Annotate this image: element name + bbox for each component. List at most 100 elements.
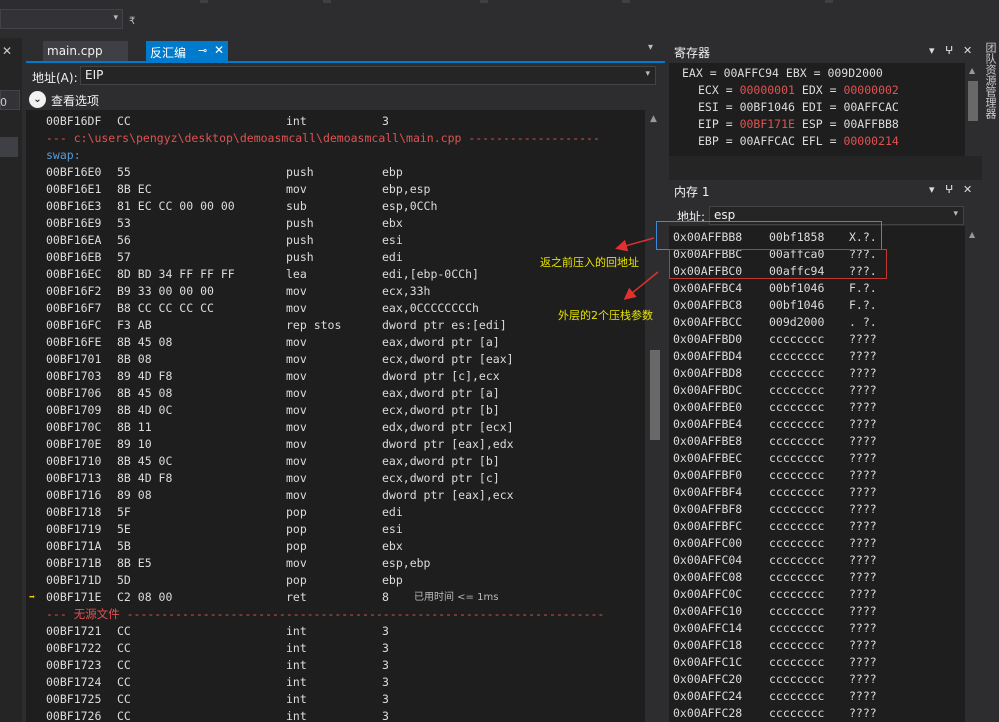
memory-value[interactable]: cccccccc: [769, 518, 824, 535]
left-panel-selected-item[interactable]: [0, 137, 18, 157]
memory-row[interactable]: 0x00AFFBFC cccccccc????: [673, 518, 877, 535]
memory-chars: ????: [849, 638, 877, 652]
scroll-up-icon[interactable]: ▲: [969, 66, 975, 75]
pin-icon[interactable]: ⵖ: [945, 44, 953, 57]
panel-menu-icon[interactable]: ▾: [929, 44, 935, 57]
tab-label: 反汇编: [150, 46, 187, 60]
memory-value[interactable]: cccccccc: [769, 586, 824, 603]
memory-value[interactable]: cccccccc: [769, 331, 824, 348]
memory-row[interactable]: 0x00AFFBCC 009d2000 . ?.: [673, 314, 877, 331]
close-icon[interactable]: ✕: [963, 44, 972, 57]
document-list-dropdown-icon[interactable]: ▾: [648, 42, 653, 53]
tab-disassembly[interactable]: 反汇编 ⊸ ✕: [146, 41, 228, 62]
memory-value[interactable]: cccccccc: [769, 382, 824, 399]
solution-config-dropdown[interactable]: ▾: [0, 9, 123, 29]
memory-value[interactable]: cccccccc: [769, 467, 824, 484]
memory-value[interactable]: cccccccc: [769, 365, 824, 382]
memory-row[interactable]: 0x00AFFC18 cccccccc????: [673, 637, 877, 654]
memory-view[interactable]: 0x00AFFBB8 00bf1858 X.?. 0x00AFFBBC 00affca0…: [669, 226, 965, 722]
memory-row[interactable]: 0x00AFFC24 cccccccc????: [673, 688, 877, 705]
memory-row[interactable]: 0x00AFFBF0 cccccccc????: [673, 467, 877, 484]
memory-value[interactable]: cccccccc: [769, 603, 824, 620]
memory-row[interactable]: 0x00AFFBEC cccccccc????: [673, 450, 877, 467]
register-value[interactable]: 00AFFBB8: [843, 117, 898, 131]
chevron-down-icon[interactable]: ▾: [645, 69, 650, 79]
memory-value[interactable]: cccccccc: [769, 348, 824, 365]
memory-value[interactable]: cccccccc: [769, 688, 824, 705]
register-value[interactable]: 00BF171E: [740, 117, 795, 131]
memory-row[interactable]: 0x00AFFC1C cccccccc????: [673, 654, 877, 671]
memory-value[interactable]: cccccccc: [769, 654, 824, 671]
memory-row[interactable]: 0x00AFFBC8 00bf1046 F.?.: [673, 297, 877, 314]
memory-value[interactable]: cccccccc: [769, 620, 824, 637]
register-value[interactable]: 00000001: [740, 83, 795, 97]
close-icon[interactable]: ✕: [2, 44, 12, 58]
register-value[interactable]: 00AFFC94: [724, 66, 779, 80]
memory-row[interactable]: 0x00AFFBE4 cccccccc????: [673, 416, 877, 433]
pin-icon[interactable]: ⵖ: [945, 183, 953, 196]
memory-row[interactable]: 0x00AFFC14 cccccccc????: [673, 620, 877, 637]
toolbar-overflow-icon[interactable]: ₹: [129, 16, 135, 27]
memory-value[interactable]: cccccccc: [769, 569, 824, 586]
memory-row[interactable]: 0x00AFFBC4 00bf1046 F.?.: [673, 280, 877, 297]
memory-value[interactable]: cccccccc: [769, 535, 824, 552]
memory-value[interactable]: cccccccc: [769, 450, 824, 467]
memory-row[interactable]: 0x00AFFBE8 cccccccc????: [673, 433, 877, 450]
close-icon[interactable]: ✕: [963, 183, 972, 196]
memory-value[interactable]: cccccccc: [769, 501, 824, 518]
instruction-address: 00BF1706: [46, 386, 102, 400]
memory-value[interactable]: cccccccc: [769, 637, 824, 654]
memory-row[interactable]: 0x00AFFC04 cccccccc????: [673, 552, 877, 569]
panel-menu-icon[interactable]: ▾: [929, 183, 935, 196]
memory-row[interactable]: 0x00AFFBE0 cccccccc????: [673, 399, 877, 416]
memory-value[interactable]: cccccccc: [769, 705, 824, 722]
memory-row[interactable]: 0x00AFFC0C cccccccc????: [673, 586, 877, 603]
memory-scrollbar[interactable]: ▲: [965, 226, 982, 722]
memory-row[interactable]: 0x00AFFC08 cccccccc????: [673, 569, 877, 586]
memory-row[interactable]: 0x00AFFBD4 cccccccc????: [673, 348, 877, 365]
memory-value[interactable]: cccccccc: [769, 416, 824, 433]
address-input[interactable]: EIP ▾: [80, 66, 656, 85]
register-value[interactable]: 00000002: [843, 83, 898, 97]
memory-value[interactable]: 009d2000: [769, 314, 824, 331]
team-explorer-tab[interactable]: 团队资源管理器: [984, 42, 998, 119]
scrollbar-thumb[interactable]: [650, 350, 660, 440]
memory-row[interactable]: 0x00AFFC20 cccccccc????: [673, 671, 877, 688]
memory-row[interactable]: 0x00AFFC10 cccccccc????: [673, 603, 877, 620]
pin-icon[interactable]: ⊸: [198, 44, 207, 57]
memory-row[interactable]: 0x00AFFC28 cccccccc????: [673, 705, 877, 722]
register-value[interactable]: 009D2000: [827, 66, 882, 80]
memory-value[interactable]: cccccccc: [769, 433, 824, 450]
memory-value[interactable]: cccccccc: [769, 671, 824, 688]
memory-row[interactable]: 0x00AFFBD8 cccccccc????: [673, 365, 877, 382]
register-value[interactable]: 00AFFCAC: [843, 100, 898, 114]
scrollbar-thumb[interactable]: [968, 81, 978, 121]
register-value[interactable]: 00000214: [843, 134, 898, 148]
instruction-bytes: 8B EC: [117, 182, 152, 196]
scroll-up-icon[interactable]: ▲: [650, 114, 657, 124]
memory-value[interactable]: 00bf1046: [769, 280, 824, 297]
memory-row[interactable]: 0x00AFFBF8 cccccccc????: [673, 501, 877, 518]
register-value[interactable]: 00AFFCAC: [740, 134, 795, 148]
memory-row[interactable]: 0x00AFFBF4 cccccccc????: [673, 484, 877, 501]
register-value[interactable]: 00BF1046: [740, 100, 795, 114]
disassembly-scrollbar[interactable]: ▲: [645, 110, 665, 722]
elapsed-time-tip: 已用时间 <= 1ms: [414, 592, 499, 603]
memory-row[interactable]: 0x00AFFC00 cccccccc????: [673, 535, 877, 552]
registers-scrollbar[interactable]: ▲: [965, 63, 982, 156]
registers-body: EAX = 00AFFC94 EBX = 009D2000 ECX = 00000…: [669, 63, 965, 156]
memory-address: 0x00AFFBD8: [673, 366, 743, 380]
memory-value[interactable]: cccccccc: [769, 552, 824, 569]
expand-chevron-icon[interactable]: ⌄: [29, 91, 46, 108]
view-options-label[interactable]: 查看选项: [51, 92, 99, 109]
disassembly-view[interactable]: 00BF16DF CC int 3 --- c:\users\pengyz\deskto…: [26, 110, 645, 722]
chevron-down-icon[interactable]: ▾: [953, 209, 958, 219]
memory-value[interactable]: cccccccc: [769, 399, 824, 416]
memory-value[interactable]: 00bf1046: [769, 297, 824, 314]
memory-row[interactable]: 0x00AFFBDC cccccccc????: [673, 382, 877, 399]
tab-main-cpp[interactable]: main.cpp: [43, 41, 128, 62]
memory-value[interactable]: cccccccc: [769, 484, 824, 501]
close-icon[interactable]: ✕: [214, 43, 224, 57]
memory-row[interactable]: 0x00AFFBD0 cccccccc????: [673, 331, 877, 348]
scroll-up-icon[interactable]: ▲: [969, 230, 975, 239]
